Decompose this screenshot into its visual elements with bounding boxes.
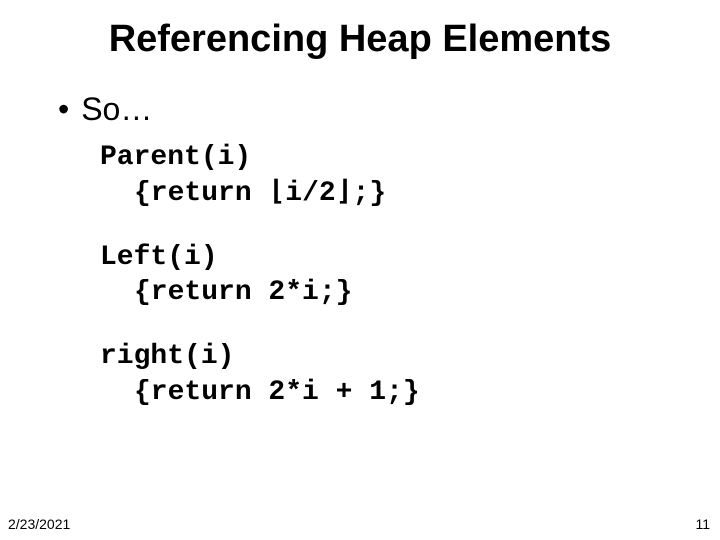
page-title: Referencing Heap Elements (40, 18, 680, 61)
code-parent-sig: Parent(i) (100, 142, 251, 173)
code-parent: Parent(i) {return ⌊i/2⌋;} (58, 140, 680, 212)
code-parent-body: {return ⌊i/2⌋;} (100, 178, 386, 209)
code-left: Left(i) {return 2*i;} (58, 240, 680, 312)
bullet-text: So… (81, 91, 152, 128)
bullet-mark: • (58, 91, 69, 128)
code-right-body: {return 2*i + 1;} (100, 377, 420, 408)
content: • So… Parent(i) {return ⌊i/2⌋;} Left(i) … (40, 91, 680, 411)
code-right: right(i) {return 2*i + 1;} (58, 339, 680, 411)
bullet-so: • So… (58, 91, 680, 128)
code-right-sig: right(i) (100, 341, 234, 372)
footer-page: 11 (695, 516, 710, 532)
slide: Referencing Heap Elements • So… Parent(i… (0, 0, 720, 540)
code-left-sig: Left(i) (100, 242, 218, 273)
footer-date: 2/23/2021 (8, 516, 70, 532)
code-left-body: {return 2*i;} (100, 277, 352, 308)
